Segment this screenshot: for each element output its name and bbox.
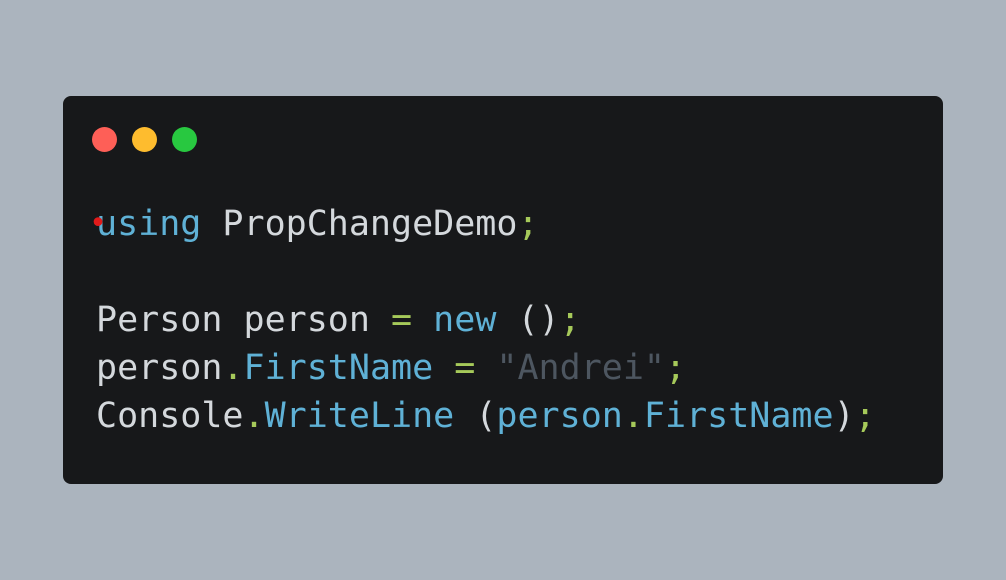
window-controls (92, 127, 197, 152)
code-token: () (496, 300, 560, 340)
code-token: Console (96, 396, 244, 436)
code-token: new (433, 300, 497, 340)
code-token: using (96, 204, 202, 244)
code-token: WriteLine (264, 396, 455, 436)
code-token: . (243, 396, 265, 436)
code-line: Console.WriteLine (person.FirstName); (96, 392, 876, 440)
code-token: ; (854, 396, 876, 436)
code-token: ) (833, 396, 855, 436)
code-token: ( (454, 396, 497, 436)
code-token: . (622, 396, 644, 436)
code-line: Person person = new (); (96, 296, 876, 344)
code-token: ; (559, 300, 581, 340)
code-token: person (96, 348, 223, 388)
code-token: person (496, 396, 623, 436)
code-token: "Andrei" (496, 348, 665, 388)
code-line: person.FirstName = "Andrei"; (96, 344, 876, 392)
code-token: = (391, 300, 413, 340)
code-token: FirstName (243, 348, 434, 388)
minimize-button[interactable] (132, 127, 157, 152)
code-line: using PropChangeDemo; (96, 200, 876, 248)
code-token: Person person (96, 300, 392, 340)
close-button[interactable] (92, 127, 117, 152)
code-block: • using PropChangeDemo; Person person = ne… (89, 200, 876, 440)
code-token: ; (664, 348, 687, 388)
error-marker-icon: • (89, 206, 108, 241)
code-token: PropChangeDemo (201, 204, 518, 244)
code-token: FirstName (643, 396, 834, 436)
code-token: . (222, 348, 244, 388)
code-lines: using PropChangeDemo; Person person = new… (96, 200, 876, 440)
code-window: • using PropChangeDemo; Person person = ne… (63, 96, 943, 484)
maximize-button[interactable] (172, 127, 197, 152)
code-token: ; (517, 204, 539, 244)
code-token: = (454, 348, 476, 388)
